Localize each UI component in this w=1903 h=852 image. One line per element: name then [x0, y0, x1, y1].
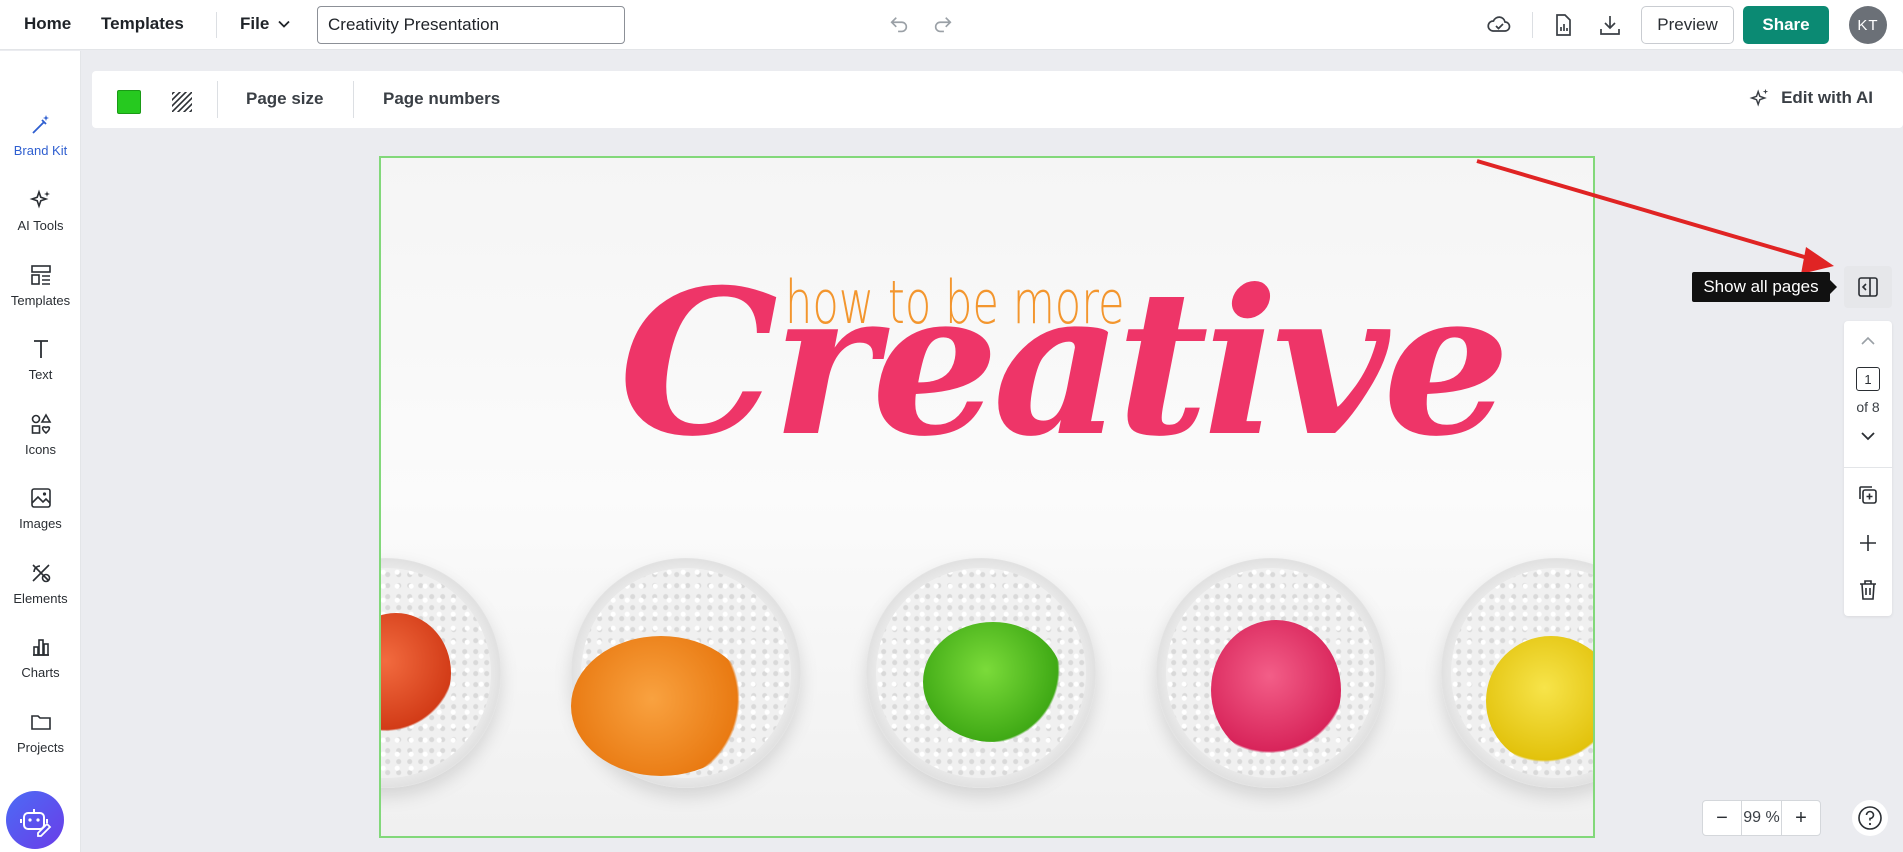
ai-assistant-button[interactable]	[6, 791, 64, 849]
plant-green	[923, 622, 1063, 742]
page-report-icon[interactable]	[1550, 12, 1576, 38]
divider	[217, 81, 218, 118]
current-page-number[interactable]: 1	[1856, 367, 1880, 391]
sidebar-item-label: Icons	[24, 442, 57, 457]
user-avatar[interactable]: KT	[1849, 6, 1887, 44]
sparkles-icon	[1749, 88, 1769, 107]
sidebar-item-label: Elements	[13, 591, 68, 606]
sidebar-item-label: Images	[19, 516, 62, 531]
image-icon	[30, 488, 51, 508]
folder-icon	[30, 715, 51, 730]
trash-icon[interactable]	[1856, 578, 1880, 602]
show-all-pages-button[interactable]	[1844, 266, 1892, 308]
sidebar-item-projects[interactable]: Projects	[0, 710, 81, 772]
edit-with-ai-button[interactable]: Edit with AI	[1749, 87, 1873, 109]
undo-icon[interactable]	[888, 14, 910, 36]
sidebar-item-label: Charts	[21, 665, 60, 680]
nav-templates[interactable]: Templates	[101, 14, 184, 34]
text-icon	[33, 340, 48, 358]
sidebar-item-ai-tools[interactable]: AI Tools	[0, 188, 81, 250]
download-icon[interactable]	[1597, 12, 1623, 38]
plant-orange	[571, 636, 751, 776]
sidebar-item-icons[interactable]: Icons	[0, 412, 81, 474]
page-numbers-button[interactable]: Page numbers	[383, 89, 500, 109]
nav-home[interactable]: Home	[24, 14, 71, 34]
sidebar-item-label: AI Tools	[17, 218, 64, 233]
sidebar-item-label: Projects	[17, 740, 64, 755]
sidebar-item-label: Templates	[10, 293, 71, 308]
page-navigator: 1 of 8	[1844, 321, 1892, 616]
background-pattern-icon[interactable]	[170, 90, 194, 114]
panel-left-icon	[1858, 277, 1878, 297]
sidebar-item-label: Brand Kit	[13, 143, 68, 158]
shapes-icon	[31, 413, 51, 435]
slide-canvas[interactable]: Creative how to be more	[379, 156, 1595, 838]
sidebar-item-elements[interactable]: Elements	[0, 561, 81, 623]
duplicate-page-icon[interactable]	[1856, 483, 1880, 507]
sparkles-icon	[29, 189, 50, 209]
chevron-down-icon[interactable]	[1856, 424, 1880, 448]
file-menu[interactable]: File	[240, 14, 291, 34]
top-bar: Home Templates File Preview Share KT	[0, 0, 1903, 50]
sidebar-item-templates[interactable]: Templates	[0, 263, 81, 325]
page-count: of 8	[1856, 399, 1880, 415]
help-button[interactable]	[1852, 800, 1888, 836]
zoom-out-button[interactable]: −	[1703, 801, 1741, 835]
plant-pink	[1211, 620, 1341, 760]
preview-button[interactable]: Preview	[1641, 6, 1734, 44]
chevron-up-icon[interactable]	[1856, 329, 1880, 353]
show-all-pages-tooltip: Show all pages	[1692, 272, 1837, 302]
chevron-down-icon	[278, 20, 290, 28]
magic-wand-icon	[31, 115, 49, 134]
zoom-in-button[interactable]: +	[1782, 801, 1820, 835]
sidebar: Brand Kit AI Tools Templates Text Icons …	[0, 51, 81, 852]
sidebar-item-charts[interactable]: Charts	[0, 635, 81, 697]
divider	[353, 81, 354, 118]
edit-with-ai-label: Edit with AI	[1781, 88, 1873, 107]
sidebar-item-text[interactable]: Text	[0, 337, 81, 399]
sidebar-item-label: Text	[28, 367, 53, 382]
templates-icon	[30, 265, 51, 285]
page-size-button[interactable]: Page size	[246, 89, 324, 109]
file-menu-label: File	[240, 14, 270, 33]
redo-icon[interactable]	[932, 14, 954, 36]
robot-edit-icon	[20, 809, 52, 837]
add-page-icon[interactable]	[1856, 531, 1880, 555]
divider	[216, 12, 217, 38]
background-color-swatch[interactable]	[117, 90, 141, 114]
page-toolbar: Page size Page numbers Edit with AI	[92, 71, 1903, 128]
zoom-level[interactable]: 99 %	[1741, 801, 1782, 835]
document-title-input[interactable]	[317, 6, 625, 44]
cloud-saved-icon[interactable]	[1486, 12, 1512, 38]
sidebar-item-images[interactable]: Images	[0, 486, 81, 548]
bar-chart-icon	[32, 639, 49, 656]
zoom-control: − 99 % +	[1702, 800, 1821, 836]
slide-subtitle[interactable]: how to be more	[785, 268, 1125, 338]
help-icon	[1858, 806, 1882, 830]
elements-icon	[31, 564, 50, 583]
sidebar-item-brand-kit[interactable]: Brand Kit	[0, 113, 81, 175]
divider	[1532, 12, 1533, 38]
share-button[interactable]: Share	[1743, 6, 1829, 44]
divider	[1844, 467, 1892, 468]
